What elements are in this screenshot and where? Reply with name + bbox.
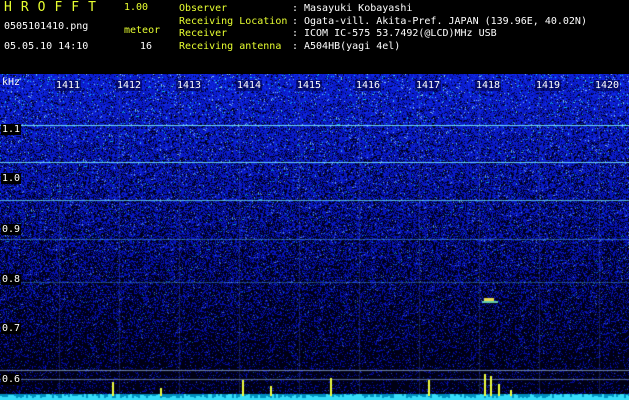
header-panel: HROFFT 1.00 0505101410.png 05.05.10 14:1… — [0, 0, 629, 74]
freq-label-0-9: 0.9 — [1, 224, 22, 235]
spectrogram-canvas — [0, 74, 629, 400]
time-tick-1417: 1417 — [415, 80, 442, 91]
freq-label-0-8: 0.8 — [1, 274, 22, 285]
time-tick-1414: 1414 — [236, 80, 263, 91]
time-tick-1418: 1418 — [475, 80, 502, 91]
freq-label-0-7: 0.7 — [1, 323, 22, 334]
meteor-count: 16 — [140, 41, 153, 52]
info-label: Receiving antenna — [179, 40, 282, 52]
info-label: Observer — [179, 3, 228, 14]
info-separator: : — [292, 28, 299, 39]
app-title: HROFFT — [4, 0, 105, 15]
time-tick-1415: 1415 — [296, 80, 323, 91]
info-value-antenna: A504HB(yagi 4el) — [304, 40, 401, 52]
info-separator: : — [292, 15, 299, 27]
time-tick-1412: 1412 — [116, 80, 143, 91]
info-row-location: Receiving Location: Ogata-vill. Akita-Pre… — [179, 16, 587, 29]
spectrogram-area — [0, 74, 629, 400]
info-label: Receiving Location — [179, 15, 288, 27]
info-row-antenna: Receiving antenna: A504HB(yagi 4el) — [179, 41, 587, 54]
datetime: 05.05.10 14:10 — [4, 41, 89, 52]
time-tick-1416: 1416 — [355, 80, 382, 91]
info-row-observer: Observer: Masayuki Kobayashi — [179, 3, 587, 16]
freq-label-1-0: 1.0 — [1, 173, 22, 184]
time-tick-1413: 1413 — [176, 80, 203, 91]
filename: 0505101410.png — [4, 21, 89, 32]
time-tick-1419: 1419 — [535, 80, 562, 91]
info-label: Receiver — [179, 28, 228, 39]
info-row-receiver: Receiver: ICOM IC-575 53.7492(@LCD)MHz US… — [179, 28, 587, 41]
time-tick-1420: 1420 — [594, 80, 621, 91]
station-info: Observer: Masayuki Kobayashi Receiving Lo… — [179, 3, 587, 53]
info-separator: : — [292, 3, 299, 14]
freq-label-1-1: 1.1 — [1, 124, 22, 135]
freq-label-0-6: 0.6 — [1, 374, 22, 385]
khz-unit-label: kHz — [2, 77, 21, 88]
app-version: 1.00 — [124, 2, 149, 13]
info-value-location: Ogata-vill. Akita-Pref. JAPAN (139.96E, … — [304, 15, 587, 27]
info-value-observer: Masayuki Kobayashi — [304, 3, 413, 14]
meteor-label: meteor — [124, 25, 161, 36]
time-tick-1411: 1411 — [55, 80, 82, 91]
info-value-receiver: ICOM IC-575 53.7492(@LCD)MHz USB — [304, 28, 497, 39]
info-separator: : — [292, 40, 299, 52]
